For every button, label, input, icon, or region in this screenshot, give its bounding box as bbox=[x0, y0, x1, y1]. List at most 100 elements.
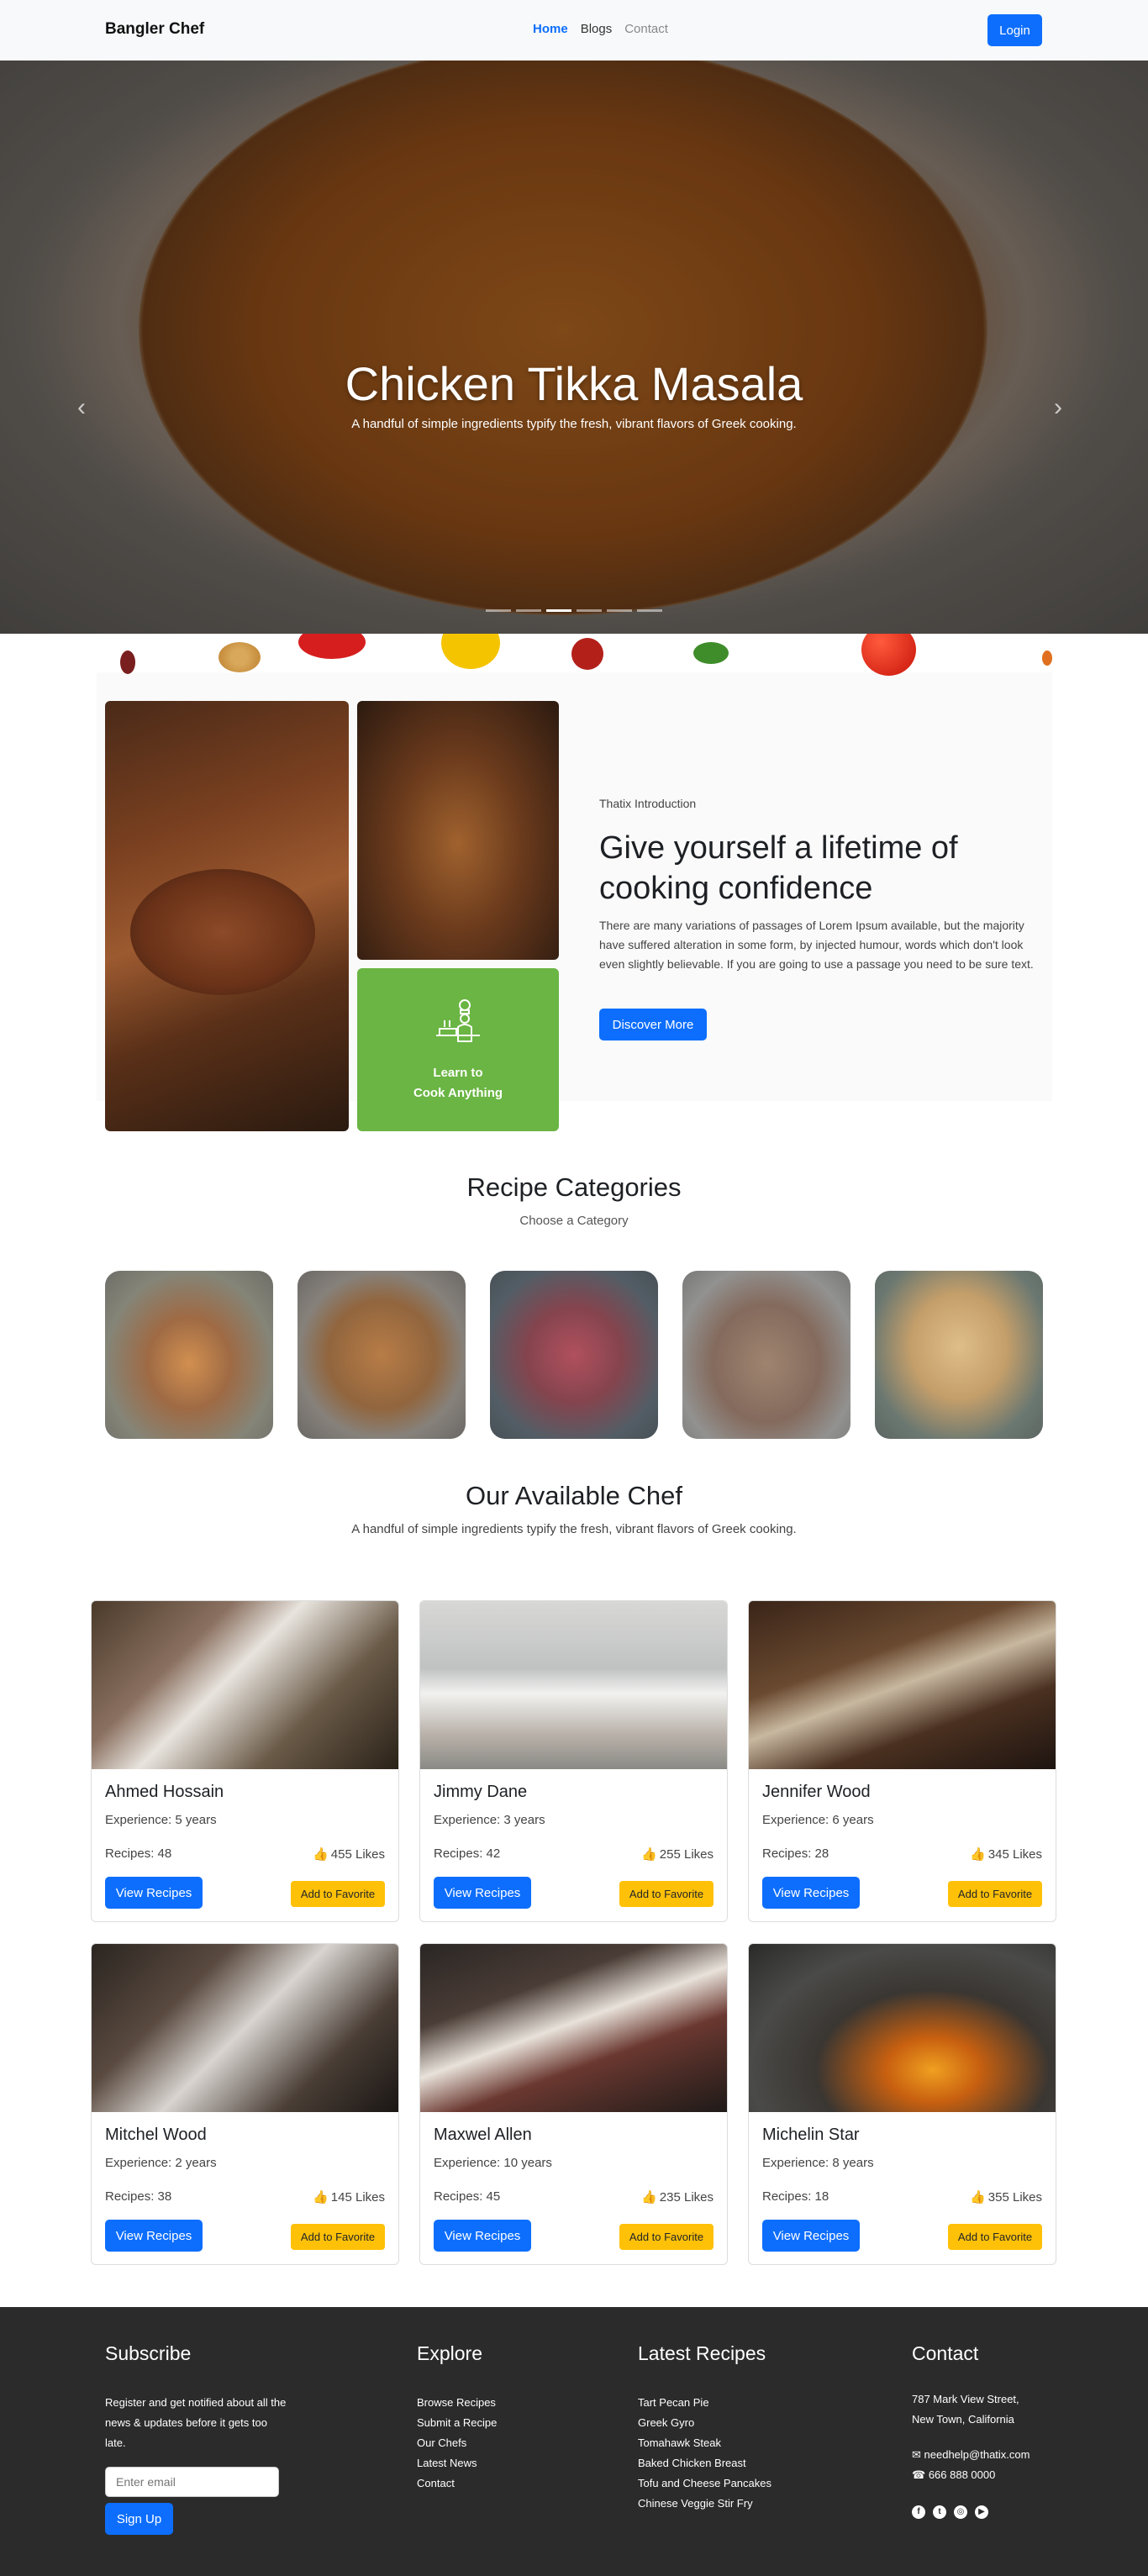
footer-subscribe-text: Register and get notified about all the … bbox=[105, 2396, 287, 2449]
category-card-salad[interactable] bbox=[490, 1271, 658, 1439]
intro-text: There are many variations of passages of… bbox=[599, 919, 1034, 971]
footer-recipe-link[interactable]: Tomahawk Steak bbox=[638, 2433, 771, 2453]
learn-to-cook-card[interactable]: Learn to Cook Anything bbox=[357, 968, 559, 1131]
email-input[interactable] bbox=[105, 2467, 279, 2497]
thumbs-up-icon: 👍 bbox=[970, 1847, 986, 1862]
chef-likes: 👍 355 Likes bbox=[970, 2189, 1042, 2205]
pepper-image bbox=[1042, 651, 1052, 666]
chef-experience: Experience: 8 years bbox=[762, 2156, 874, 2170]
hero-carousel: ‹ › Chicken Tikka Masala A handful of si… bbox=[0, 61, 1148, 634]
footer-explore-link[interactable]: Browse Recipes bbox=[417, 2393, 497, 2413]
footer-recipe-link[interactable]: Tart Pecan Pie bbox=[638, 2393, 771, 2413]
chef-name: Michelin Star bbox=[762, 2126, 860, 2144]
chef-likes-count: 355 Likes bbox=[987, 2190, 1042, 2205]
chef-cooking-icon bbox=[436, 999, 480, 1042]
footer-recipe-link[interactable]: Baked Chicken Breast bbox=[638, 2453, 771, 2473]
chef-experience: Experience: 2 years bbox=[105, 2156, 217, 2170]
carousel-indicator[interactable] bbox=[577, 609, 602, 612]
contact-address-line1: 787 Mark View Street, bbox=[912, 2393, 1019, 2405]
view-recipes-button[interactable]: View Recipes bbox=[105, 1877, 203, 1909]
contact-phone[interactable]: ☎ 666 888 0000 bbox=[912, 2468, 995, 2482]
chef-likes: 👍 255 Likes bbox=[641, 1846, 714, 1862]
carousel-indicator[interactable] bbox=[607, 609, 632, 612]
footer-latest-list: Tart Pecan Pie Greek Gyro Tomahawk Steak… bbox=[638, 2393, 771, 2514]
footer-recipe-link[interactable]: Greek Gyro bbox=[638, 2413, 771, 2433]
chef-photo bbox=[749, 1944, 1056, 2112]
chef-recipes: Recipes: 18 bbox=[762, 2189, 829, 2204]
view-recipes-button[interactable]: View Recipes bbox=[105, 2220, 203, 2252]
add-to-favorite-button[interactable]: Add to Favorite bbox=[291, 1881, 385, 1907]
thumbs-up-icon: 👍 bbox=[641, 2190, 657, 2205]
hero-subtitle: A handful of simple ingredients typify t… bbox=[351, 417, 797, 431]
add-to-favorite-button[interactable]: Add to Favorite bbox=[291, 2224, 385, 2250]
tomato-image bbox=[861, 634, 916, 676]
nav-blogs-link[interactable]: Blogs bbox=[581, 22, 613, 36]
chef-likes-count: 255 Likes bbox=[659, 1847, 714, 1862]
footer-explore-link[interactable]: Our Chefs bbox=[417, 2433, 497, 2453]
phone-icon: ☎ bbox=[912, 2468, 926, 2481]
view-recipes-button[interactable]: View Recipes bbox=[434, 2220, 531, 2252]
add-to-favorite-button[interactable]: Add to Favorite bbox=[948, 2224, 1042, 2250]
nav-home-link[interactable]: Home bbox=[533, 22, 568, 36]
chef-card: Ahmed Hossain Experience: 5 years Recipe… bbox=[91, 1600, 399, 1922]
chef-photo bbox=[92, 1944, 398, 2112]
bean-image bbox=[120, 651, 135, 674]
roast-image bbox=[357, 701, 559, 960]
category-card-curry[interactable] bbox=[298, 1271, 466, 1439]
add-to-favorite-button[interactable]: Add to Favorite bbox=[619, 2224, 714, 2250]
nav-contact-link[interactable]: Contact bbox=[624, 22, 668, 36]
view-recipes-button[interactable]: View Recipes bbox=[434, 1877, 531, 1909]
chef-name: Mitchel Wood bbox=[105, 2126, 207, 2144]
categories-title: Recipe Categories bbox=[466, 1172, 682, 1202]
view-recipes-button[interactable]: View Recipes bbox=[762, 1877, 860, 1909]
chef-recipes: Recipes: 42 bbox=[434, 1846, 501, 1861]
footer-explore-list: Browse Recipes Submit a Recipe Our Chefs… bbox=[417, 2393, 497, 2494]
chef-likes-count: 235 Likes bbox=[659, 2190, 714, 2205]
chef-name: Maxwel Allen bbox=[434, 2126, 532, 2144]
view-recipes-button[interactable]: View Recipes bbox=[762, 2220, 860, 2252]
chef-likes-count: 345 Likes bbox=[987, 1847, 1042, 1862]
lemon-image bbox=[441, 634, 500, 669]
footer-explore-link[interactable]: Submit a Recipe bbox=[417, 2413, 497, 2433]
category-card-burger[interactable] bbox=[105, 1271, 273, 1439]
envelope-icon: ✉ bbox=[912, 2448, 921, 2461]
instagram-icon[interactable]: ◎ bbox=[954, 2505, 967, 2519]
footer-latest-title: Latest Recipes bbox=[638, 2342, 766, 2364]
brand-logo[interactable]: Bangler Chef bbox=[105, 20, 204, 39]
chef-card: Jimmy Dane Experience: 3 years Recipes: … bbox=[419, 1600, 728, 1922]
add-to-favorite-button[interactable]: Add to Favorite bbox=[948, 1881, 1042, 1907]
chef-experience: Experience: 3 years bbox=[434, 1813, 545, 1827]
chef-likes-count: 455 Likes bbox=[330, 1847, 385, 1862]
category-card-meat[interactable] bbox=[682, 1271, 850, 1439]
chefs-subtitle: A handful of simple ingredients typify t… bbox=[351, 1522, 797, 1536]
chef-name: Jimmy Dane bbox=[434, 1783, 528, 1801]
carousel-indicators bbox=[486, 609, 662, 612]
contact-address-line2: New Town, California bbox=[912, 2413, 1014, 2426]
peas-image bbox=[693, 642, 729, 664]
footer-explore-link[interactable]: Contact bbox=[417, 2473, 497, 2494]
thumbs-up-icon: 👍 bbox=[641, 1847, 657, 1862]
carousel-indicator[interactable] bbox=[516, 609, 541, 612]
footer-recipe-link[interactable]: Chinese Veggie Stir Fry bbox=[638, 2494, 771, 2514]
chef-likes: 👍 455 Likes bbox=[313, 1846, 385, 1862]
footer-recipe-link[interactable]: Tofu and Cheese Pancakes bbox=[638, 2473, 771, 2494]
footer-contact-title: Contact bbox=[912, 2342, 979, 2364]
login-button[interactable]: Login bbox=[987, 14, 1042, 46]
facebook-icon[interactable]: f bbox=[912, 2505, 925, 2519]
carousel-indicator-active[interactable] bbox=[546, 609, 571, 612]
youtube-icon[interactable]: ▶ bbox=[975, 2505, 988, 2519]
contact-email[interactable]: ✉ needhelp@thatix.com bbox=[912, 2448, 1030, 2462]
navbar: Bangler Chef Home Blogs Contact Login bbox=[0, 0, 1148, 61]
discover-more-button[interactable]: Discover More bbox=[599, 1009, 707, 1040]
sign-up-button[interactable]: Sign Up bbox=[105, 2503, 173, 2535]
carousel-indicator[interactable] bbox=[637, 609, 662, 612]
add-to-favorite-button[interactable]: Add to Favorite bbox=[619, 1881, 714, 1907]
chefs-title: Our Available Chef bbox=[466, 1481, 682, 1510]
twitter-icon[interactable]: t bbox=[933, 2505, 946, 2519]
category-card-pasta[interactable] bbox=[875, 1271, 1043, 1439]
chef-recipes: Recipes: 45 bbox=[434, 2189, 501, 2204]
chef-likes-count: 145 Likes bbox=[330, 2190, 385, 2205]
chili-image bbox=[298, 634, 366, 659]
carousel-indicator[interactable] bbox=[486, 609, 511, 612]
footer-explore-link[interactable]: Latest News bbox=[417, 2453, 497, 2473]
